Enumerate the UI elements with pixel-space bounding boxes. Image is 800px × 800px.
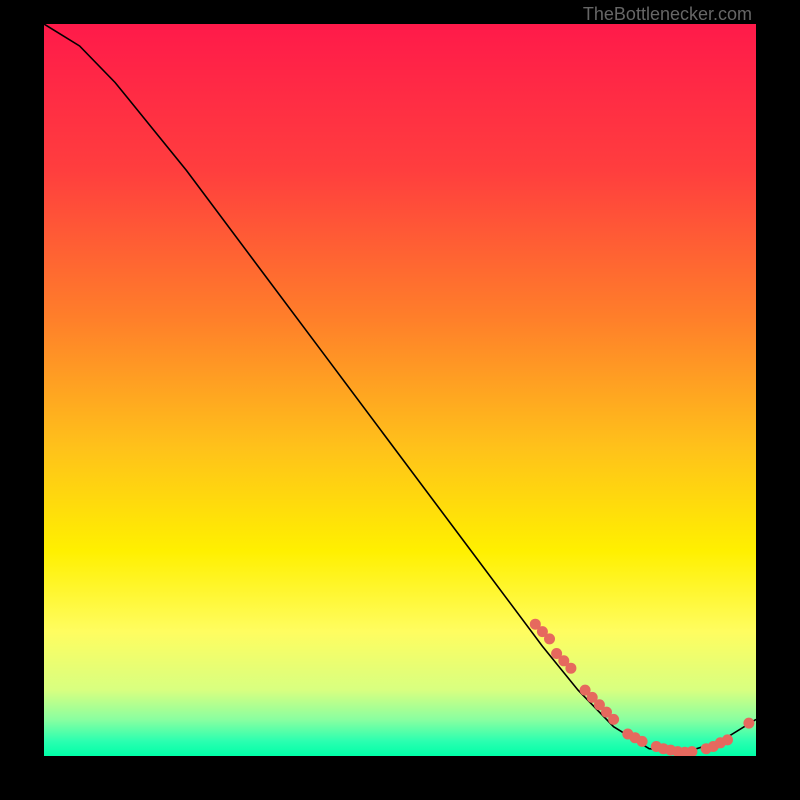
bottleneck-chart	[44, 24, 756, 756]
chart-frame	[44, 24, 756, 756]
attribution-label: TheBottlenecker.com	[583, 4, 752, 25]
